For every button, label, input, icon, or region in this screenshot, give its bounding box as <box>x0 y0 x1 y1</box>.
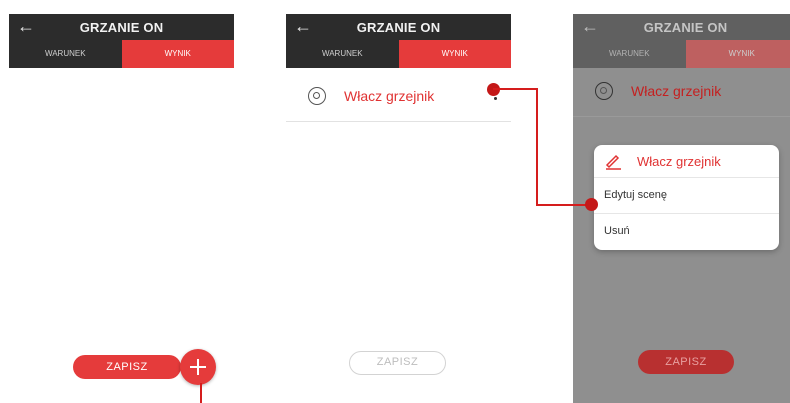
screen-context-menu: ← GRZANIE ON WARUNEK WYNIK Włacz grzejni… <box>573 14 790 403</box>
header-bar: ← GRZANIE ON <box>573 14 790 40</box>
save-button[interactable]: ZAPISZ <box>73 355 181 379</box>
page-title: GRZANIE ON <box>79 20 164 35</box>
save-button[interactable]: ZAPISZ <box>349 351 446 375</box>
list-item[interactable]: Włacz grzejnik <box>286 73 511 122</box>
tab-wynik[interactable]: WYNIK <box>398 40 511 68</box>
tab-bar: WARUNEK WYNIK <box>573 40 790 68</box>
context-menu-header: Włacz grzejnik <box>594 145 779 178</box>
list-item-label: Włacz grzejnik <box>344 88 435 104</box>
pencil-icon <box>605 154 621 170</box>
tab-warunek[interactable]: WARUNEK <box>9 40 122 68</box>
screen-with-item: ← GRZANIE ON WARUNEK WYNIK Włacz grzejni… <box>286 14 511 403</box>
callout-line <box>200 383 202 403</box>
header-bar: ← GRZANIE ON <box>286 14 511 40</box>
tab-wynik[interactable]: WYNIK <box>685 40 790 68</box>
add-button[interactable] <box>180 349 216 385</box>
context-menu-title: Włacz grzejnik <box>637 154 721 169</box>
callout-line <box>493 88 537 90</box>
context-menu: Włacz grzejnik Edytuj scenę Usuń <box>594 145 779 250</box>
film-reel-icon <box>595 82 613 100</box>
menu-item-delete[interactable]: Usuń <box>604 225 630 237</box>
film-reel-icon <box>308 87 326 105</box>
header-bar: ← GRZANIE ON <box>9 14 234 40</box>
tab-wynik[interactable]: WYNIK <box>121 40 234 68</box>
callout-dot <box>585 198 598 211</box>
callout-line <box>536 204 592 206</box>
save-button[interactable]: ZAPISZ <box>638 350 734 374</box>
screen-empty-result: ← GRZANIE ON WARUNEK WYNIK ZAPISZ <box>9 14 234 403</box>
tab-warunek[interactable]: WARUNEK <box>573 40 686 68</box>
list-item-label: Włacz grzejnik <box>631 83 722 99</box>
list-item[interactable]: Włacz grzejnik <box>573 68 790 117</box>
menu-item-edit-scene[interactable]: Edytuj scenę <box>604 189 667 201</box>
tab-bar: WARUNEK WYNIK <box>286 40 511 68</box>
menu-divider <box>594 213 779 214</box>
tab-bar: WARUNEK WYNIK <box>9 40 234 68</box>
tab-warunek[interactable]: WARUNEK <box>286 40 399 68</box>
page-title: GRZANIE ON <box>356 20 441 35</box>
page-title: GRZANIE ON <box>643 20 728 35</box>
callout-line <box>536 88 538 205</box>
